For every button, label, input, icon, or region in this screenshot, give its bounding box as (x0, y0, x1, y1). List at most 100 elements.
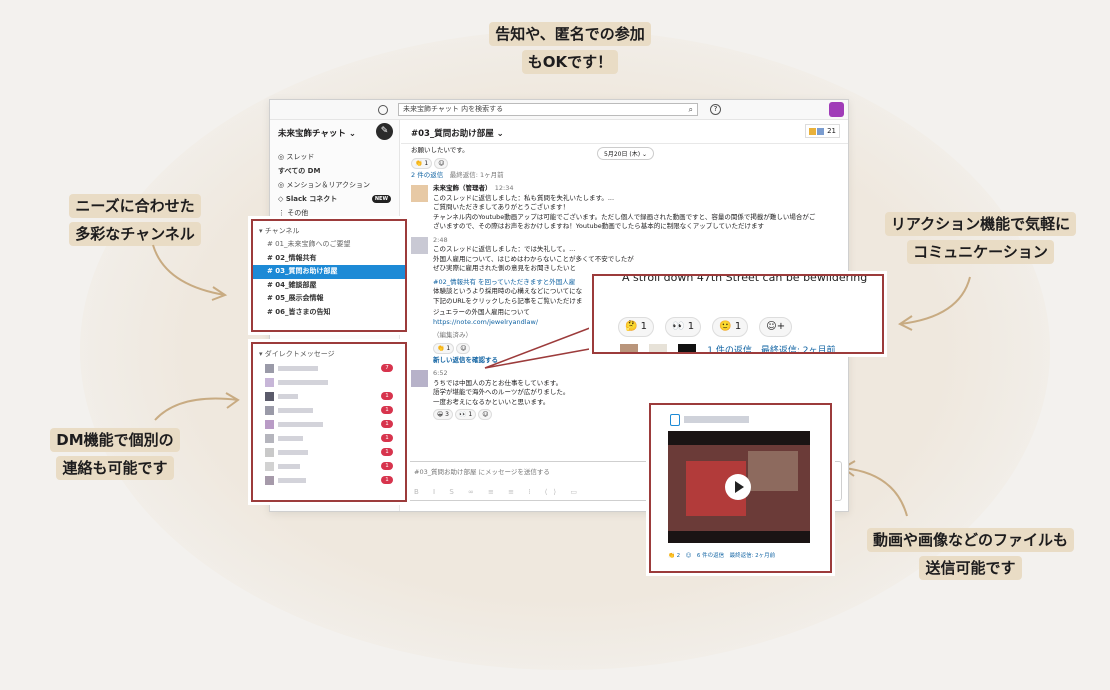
message-text: うちでは中国人の方とお仕事をしています。 (433, 378, 563, 387)
sidebar-nav: ◎ スレッド すべての DM ◎ メンション＆リアクション ◇ Slack コネ… (270, 144, 399, 220)
callout-line: コミュニケーション (907, 240, 1054, 264)
video-attachment: 👏 2 ☺ 6 件の返信 最終返信: 2ヶ月前 (649, 403, 832, 573)
format-toolbar[interactable]: B I S ∞ ≡ ≡ ⁞ ⟨⟩ ▭ (414, 488, 583, 496)
dm-item[interactable]: 7 (253, 361, 405, 375)
timestamp: 12:34 (494, 184, 514, 192)
unread-badge: 1 (381, 462, 393, 470)
dm-item[interactable]: 1 (253, 459, 405, 473)
help-icon[interactable]: ? (710, 104, 721, 115)
callout-line: 動画や画像などのファイルも (866, 528, 1074, 552)
dm-item[interactable]: 1 (253, 445, 405, 459)
user-avatar (411, 236, 428, 254)
channel-item[interactable]: # 04_雑談部屋 (253, 279, 405, 293)
unread-badge: 1 (381, 406, 393, 414)
unread-badge: 1 (381, 448, 393, 456)
channel-item[interactable]: # 06_皆さまの告知 (253, 306, 405, 320)
reply-avatar (678, 344, 697, 352)
nav-item-mentions[interactable]: ◎ メンション＆リアクション (270, 178, 399, 192)
dm-item[interactable]: 1 (253, 417, 405, 431)
search-input[interactable]: 未来宝飾チャット 内を検索する ⌕ (398, 103, 698, 116)
video-thumbnail[interactable] (668, 431, 810, 543)
dm-avatar (265, 420, 274, 429)
unread-badge: 1 (381, 392, 393, 400)
history-clock-icon[interactable] (378, 105, 388, 115)
message-text: ご質問いただきましてありがとうございます！ (433, 203, 570, 211)
attachment-footer[interactable]: 👏 2 ☺ 6 件の返信 最終返信: 2ヶ月前 (668, 551, 775, 559)
thread-replies-link[interactable]: 2 件の返信 最終返信: 1ヶ月前 (411, 171, 838, 181)
search-icon: ⌕ (688, 105, 693, 114)
dm-item[interactable]: 1 (253, 389, 405, 403)
new-badge: NEW (371, 195, 391, 203)
thread-meta: 最終返信: 1ヶ月前 (449, 170, 504, 179)
compose-edit-icon[interactable]: ✎ (376, 123, 393, 140)
channel-item[interactable]: # 03_質問お助け部屋 (253, 265, 405, 279)
channel-item[interactable]: # 01_未来宝飾へのご要望 (253, 238, 405, 252)
dm-name-blur (278, 394, 298, 399)
channel-item[interactable]: # 05_展示会情報 (253, 292, 405, 306)
user-avatar[interactable] (829, 102, 844, 117)
sender-name[interactable]: 未来宝飾（管理者） (433, 184, 488, 192)
dm-section-header[interactable]: ▾ ダイレクトメッセージ (253, 347, 405, 361)
arrow-icon (154, 392, 240, 421)
nav-item-all-dms[interactable]: すべての DM (270, 164, 399, 178)
callout-files: 動画や画像などのファイルも 送信可能です (838, 526, 1103, 582)
member-count: 21 (827, 127, 836, 135)
member-avatar (808, 127, 816, 135)
channels-section-header[interactable]: ▾ チャンネル (253, 224, 405, 238)
search-placeholder: 未来宝飾チャット 内を検索する (403, 105, 504, 113)
add-reaction-icon[interactable]: ☺ (434, 157, 449, 169)
reaction-zoom-popup: A stroll down 47th Street can be bewilde… (592, 274, 884, 354)
timestamp: 2:48 (433, 235, 448, 244)
callout-anonymous: 告知や、匿名での参加 もOKです！ (460, 20, 680, 76)
thread-count: 2 件の返信 (411, 170, 444, 179)
channel-list-highlight: ▾ チャンネル # 01_未来宝飾へのご要望 # 02_情報共有 # 03_質問… (251, 219, 407, 332)
dm-name-blur (278, 422, 323, 427)
member-avatar (816, 127, 824, 135)
reaction-chip-thinking[interactable]: 🤔 1 (618, 317, 654, 337)
workspace-header[interactable]: 未来宝飾チャット ⌄ ✎ (270, 120, 399, 144)
reaction-chip[interactable]: 😀 3 (433, 409, 453, 420)
dm-item[interactable]: 1 (253, 403, 405, 417)
dm-name-blur (278, 464, 300, 469)
user-avatar (411, 370, 428, 387)
nav-item-threads[interactable]: ◎ スレッド (270, 150, 399, 164)
workspace-name: 未来宝飾チャット ⌄ (278, 129, 356, 139)
thread-preview[interactable]: 1 件の返信 最終返信: 2ヶ月前 (620, 344, 870, 352)
dm-item[interactable]: 1 (253, 473, 405, 487)
reaction-chip[interactable]: 👏 1 (433, 342, 455, 354)
add-reaction-icon[interactable]: ☺ (478, 409, 493, 420)
reaction-chip-eyes[interactable]: 👀 1 (665, 317, 702, 337)
top-bar: 未来宝飾チャット 内を検索する ⌕ ? (270, 100, 848, 120)
admin-avatar (411, 185, 428, 202)
channel-title[interactable]: #03_質問お助け部屋 ⌄ (411, 129, 504, 139)
nav-item-more[interactable]: ⋮ その他 (270, 206, 399, 220)
members-button[interactable]: 21 (804, 124, 840, 138)
file-name-blur[interactable] (684, 416, 749, 423)
dm-avatar (265, 406, 274, 415)
message-text: 外国人雇用について、はじめはわからないことが多くて不安でしたが (433, 254, 634, 263)
dm-avatar (265, 448, 274, 457)
reaction-chip-smile[interactable]: 🙂 1 (712, 317, 749, 337)
channel-item[interactable]: # 02_情報共有 (253, 252, 405, 266)
reaction-chip[interactable]: 👀 1 (454, 409, 477, 420)
video-file-icon (670, 414, 680, 426)
play-icon[interactable] (725, 474, 751, 500)
unread-badge: 1 (381, 434, 393, 442)
date-divider[interactable]: 5月20日 (木) ⌄ (597, 147, 654, 160)
message-text: ぜひ実際に雇用された側の意見をお聞きしたいと (433, 264, 576, 272)
message-text: このスレッドに返信しました：私も質問を失礼いたします。... (433, 193, 615, 202)
add-reaction-icon[interactable]: ☺ (456, 342, 471, 354)
dm-list: 7 1 1 1 1 1 1 1 (253, 361, 405, 487)
arrow-icon (898, 276, 971, 331)
add-reaction-icon[interactable]: ☺+ (759, 317, 793, 337)
callout-line: 送信可能です (919, 556, 1022, 580)
callout-reactions: リアクション機能で気軽に コミュニケーション (858, 210, 1103, 266)
reaction-chip[interactable]: 👏 1 (411, 157, 433, 169)
dm-item[interactable] (253, 375, 405, 389)
unread-badge: 7 (381, 364, 393, 372)
dm-item[interactable]: 1 (253, 431, 405, 445)
callout-line: 告知や、匿名での参加 (489, 22, 651, 46)
callout-line: ニーズに合わせた (69, 194, 201, 218)
dm-avatar (265, 476, 274, 485)
nav-item-slack-connect[interactable]: ◇ Slack コネクト NEW (270, 192, 399, 206)
